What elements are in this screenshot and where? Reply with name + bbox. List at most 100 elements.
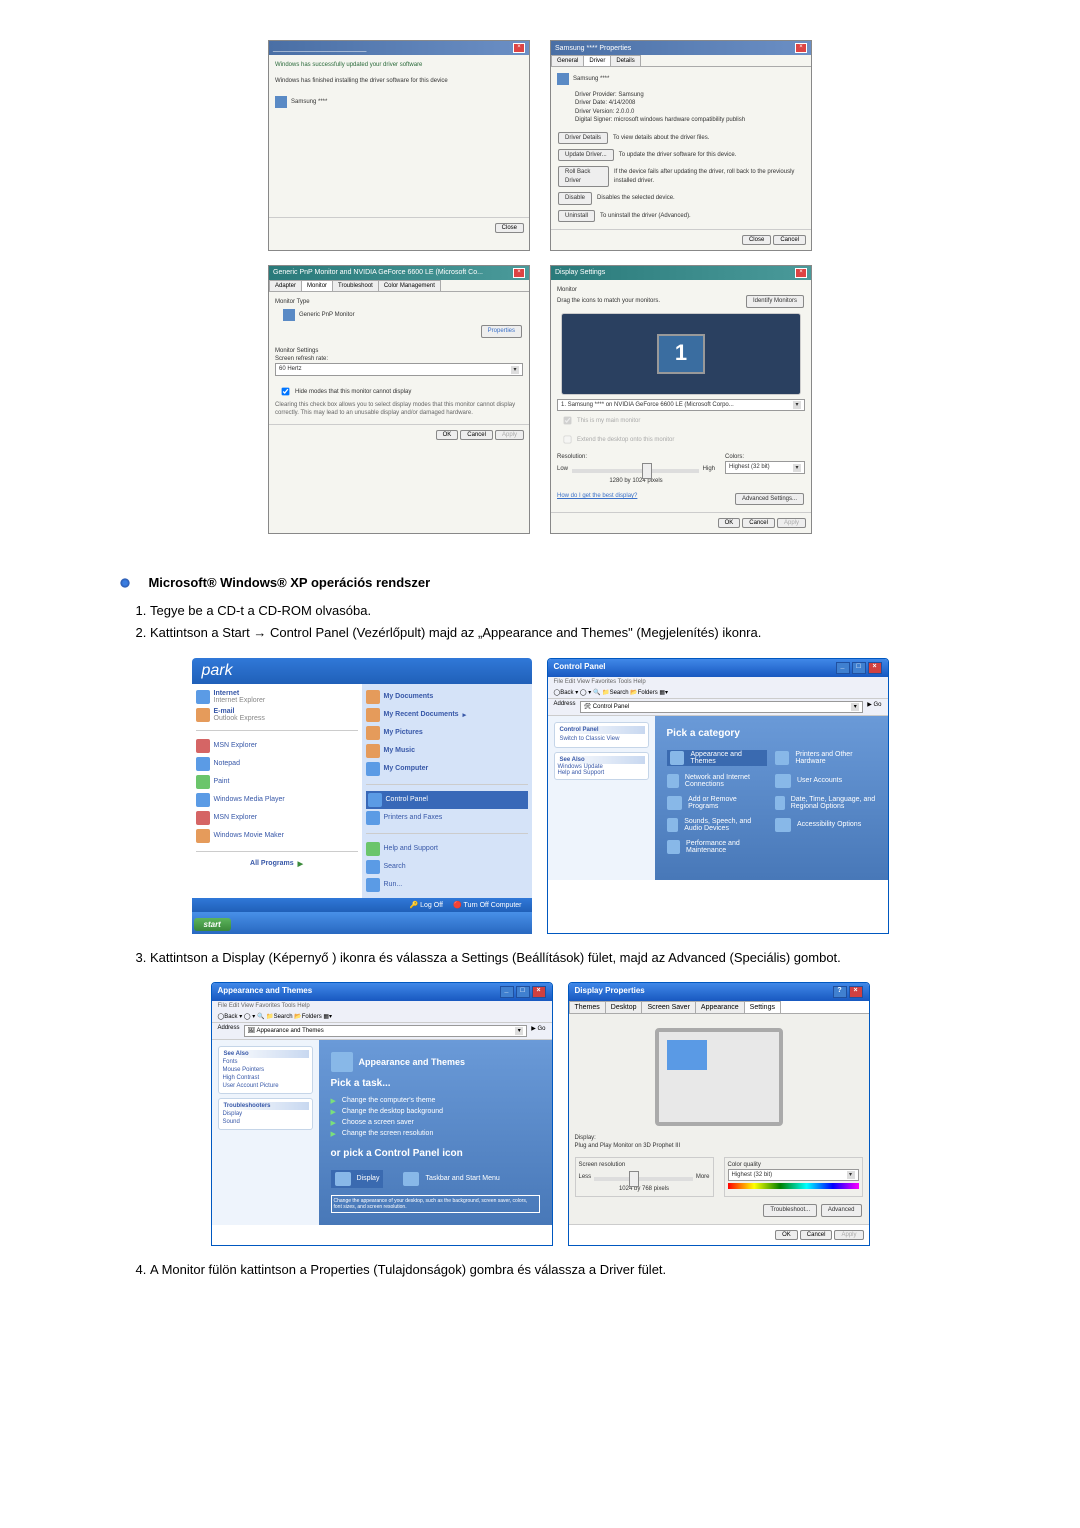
task-bg[interactable]: ▶Change the desktop background: [331, 1108, 540, 1116]
sidebar-link[interactable]: User Account Picture: [222, 1082, 309, 1090]
cancel-button[interactable]: Cancel: [460, 430, 493, 440]
display-icon-item[interactable]: Display: [331, 1170, 384, 1188]
start-internet[interactable]: InternetInternet Explorer: [196, 688, 358, 706]
minimize-icon[interactable]: _: [500, 986, 514, 998]
cat-access[interactable]: Accessibility Options: [775, 818, 876, 832]
display-device-dropdown[interactable]: 1. Samsung **** on NVIDIA GeForce 6600 L…: [557, 399, 805, 411]
ok-button[interactable]: OK: [436, 430, 459, 440]
apply-button[interactable]: Apply: [834, 1230, 863, 1240]
properties-button[interactable]: Properties: [481, 325, 522, 337]
ok-button[interactable]: OK: [775, 1230, 798, 1240]
tab-details[interactable]: Details: [610, 55, 640, 66]
cancel-button[interactable]: Cancel: [800, 1230, 833, 1240]
start-email[interactable]: E-mailOutlook Express: [196, 706, 358, 724]
start-item[interactable]: Notepad: [196, 755, 358, 773]
control-panel-item[interactable]: Control Panel: [366, 791, 528, 809]
color-dropdown[interactable]: Highest (32 bit)▾: [728, 1169, 859, 1181]
advanced-button[interactable]: Advanced: [821, 1204, 862, 1216]
start-item[interactable]: Windows Media Player: [196, 791, 358, 809]
tab-monitor[interactable]: Monitor: [301, 280, 333, 291]
tab-troubleshoot[interactable]: Troubleshoot: [332, 280, 379, 291]
tab-settings[interactable]: Settings: [744, 1001, 781, 1013]
apply-button[interactable]: Apply: [495, 430, 524, 440]
logoff-button[interactable]: 🔑 Log Off: [409, 901, 443, 909]
help-item[interactable]: Help and Support: [366, 840, 528, 858]
identify-button[interactable]: Identify Monitors: [746, 295, 804, 307]
start-item[interactable]: MSN Explorer: [196, 737, 358, 755]
ok-button[interactable]: OK: [718, 518, 741, 528]
troubleshoot-button[interactable]: Troubleshoot...: [763, 1204, 817, 1216]
monitor-layout-area[interactable]: 1: [561, 313, 801, 395]
help-link[interactable]: How do I get the best display?: [557, 492, 637, 506]
help-link[interactable]: Help and Support: [558, 770, 645, 776]
close-icon[interactable]: ×: [795, 43, 807, 53]
tab-color[interactable]: Color Management: [378, 280, 441, 291]
start-item[interactable]: Windows Movie Maker: [196, 827, 358, 845]
start-item[interactable]: Paint: [196, 773, 358, 791]
start-button[interactable]: start: [194, 918, 231, 931]
close-button[interactable]: Close: [742, 235, 771, 245]
sidebar-link[interactable]: Fonts: [222, 1058, 309, 1066]
cat-addremove[interactable]: Add or Remove Programs: [667, 796, 768, 810]
start-item[interactable]: MSN Explorer: [196, 809, 358, 827]
switch-view[interactable]: Switch to Classic View: [558, 734, 645, 744]
my-computer[interactable]: My Computer: [366, 760, 528, 778]
close-icon[interactable]: ×: [513, 43, 525, 53]
my-recent[interactable]: My Recent Documents ▸: [366, 706, 528, 724]
task-theme[interactable]: ▶Change the computer's theme: [331, 1097, 540, 1105]
maximize-icon[interactable]: □: [516, 986, 530, 998]
ts-link[interactable]: Display: [222, 1110, 309, 1118]
sidebar-link[interactable]: High Contrast: [222, 1074, 309, 1082]
cat-users[interactable]: User Accounts: [775, 774, 876, 788]
refresh-dropdown[interactable]: 60 Hertz▾: [275, 363, 523, 375]
cat-perf[interactable]: Performance and Maintenance: [667, 840, 768, 854]
tab-appearance[interactable]: Appearance: [695, 1001, 745, 1013]
cat-sounds[interactable]: Sounds, Speech, and Audio Devices: [667, 818, 768, 832]
hide-modes-checkbox[interactable]: [282, 387, 290, 395]
apply-button[interactable]: Apply: [777, 518, 806, 528]
printers-item[interactable]: Printers and Faxes: [366, 809, 528, 827]
cat-network[interactable]: Network and Internet Connections: [667, 774, 768, 788]
cat-printers[interactable]: Printers and Other Hardware: [775, 750, 876, 766]
resolution-slider[interactable]: [594, 1177, 693, 1181]
close-icon[interactable]: ×: [849, 986, 863, 998]
tab-general[interactable]: General: [551, 55, 584, 66]
cat-appearance[interactable]: Appearance and Themes: [667, 750, 768, 766]
resolution-slider[interactable]: [572, 469, 699, 473]
uninstall-button[interactable]: Uninstall: [558, 210, 595, 222]
monitor-1-icon[interactable]: 1: [657, 334, 705, 374]
color-dropdown[interactable]: Highest (32 bit)▾: [725, 461, 805, 473]
maximize-icon[interactable]: □: [852, 662, 866, 674]
help-icon[interactable]: ?: [833, 986, 847, 998]
run-item[interactable]: Run...: [366, 876, 528, 894]
close-icon[interactable]: ×: [795, 268, 807, 278]
sidebar-link[interactable]: Mouse Pointers: [222, 1066, 309, 1074]
advanced-settings-button[interactable]: Advanced Settings...: [735, 493, 804, 505]
cat-datetime[interactable]: Date, Time, Language, and Regional Optio…: [775, 796, 876, 810]
update-driver-button[interactable]: Update Driver...: [558, 149, 614, 161]
driver-details-button[interactable]: Driver Details: [558, 132, 608, 144]
cancel-button[interactable]: Cancel: [742, 518, 775, 528]
tab-themes[interactable]: Themes: [569, 1001, 606, 1013]
close-icon[interactable]: ×: [513, 268, 525, 278]
disable-button[interactable]: Disable: [558, 192, 592, 204]
close-icon[interactable]: ×: [532, 986, 546, 998]
cancel-button[interactable]: Cancel: [773, 235, 806, 245]
my-music[interactable]: My Music: [366, 742, 528, 760]
taskbar-icon-item[interactable]: Taskbar and Start Menu: [403, 1170, 499, 1188]
turnoff-button[interactable]: 🔴 Turn Off Computer: [453, 901, 522, 909]
close-button[interactable]: Close: [495, 223, 524, 233]
my-pictures[interactable]: My Pictures: [366, 724, 528, 742]
close-icon[interactable]: ×: [868, 662, 882, 674]
ts-link[interactable]: Sound: [222, 1118, 309, 1126]
tab-screensaver[interactable]: Screen Saver: [641, 1001, 695, 1013]
tab-driver[interactable]: Driver: [583, 55, 611, 66]
all-programs[interactable]: All Programs ▶: [196, 858, 358, 870]
minimize-icon[interactable]: _: [836, 662, 850, 674]
task-ss[interactable]: ▶Choose a screen saver: [331, 1119, 540, 1127]
task-res[interactable]: ▶Change the screen resolution: [331, 1130, 540, 1138]
my-documents[interactable]: My Documents: [366, 688, 528, 706]
tab-desktop[interactable]: Desktop: [605, 1001, 643, 1013]
tab-adapter[interactable]: Adapter: [269, 280, 302, 291]
search-item[interactable]: Search: [366, 858, 528, 876]
